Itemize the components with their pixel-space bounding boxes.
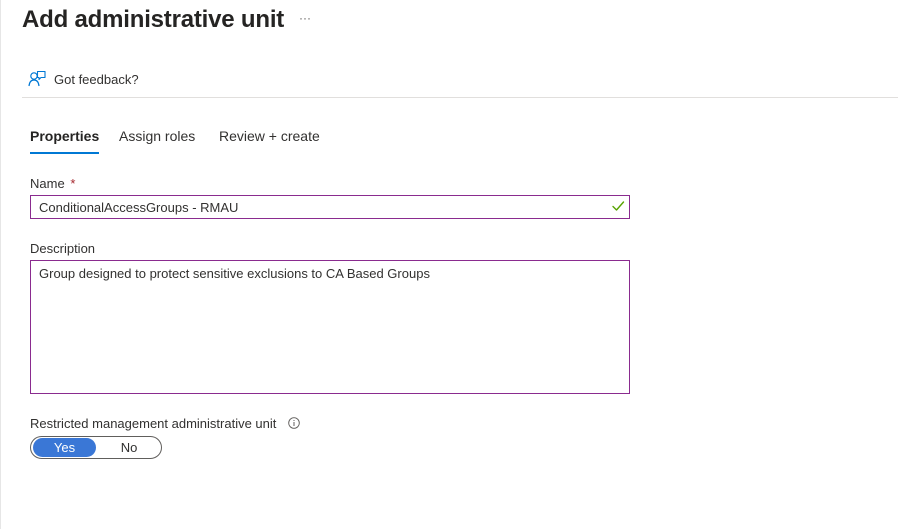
- feedback-person-icon: [28, 70, 46, 88]
- tab-assign-roles[interactable]: Assign roles: [119, 128, 195, 154]
- name-input[interactable]: ConditionalAccessGroups - RMAU: [30, 195, 630, 219]
- description-value[interactable]: Group designed to protect sensitive excl…: [39, 266, 430, 281]
- add-administrative-unit-page: Add administrative unit ··· Got feedback…: [0, 0, 898, 529]
- page-title: Add administrative unit: [22, 6, 285, 33]
- toggle-option-yes[interactable]: Yes: [33, 438, 96, 457]
- restricted-label-text: Restricted management administrative uni…: [30, 416, 277, 431]
- toggle-option-no[interactable]: No: [97, 437, 161, 458]
- tab-review-create[interactable]: Review + create: [219, 128, 320, 154]
- description-textarea[interactable]: Group designed to protect sensitive excl…: [30, 260, 630, 394]
- description-field-label: Description: [30, 241, 96, 256]
- restricted-toggle[interactable]: Yes No: [30, 436, 162, 459]
- feedback-label: Got feedback?: [54, 71, 139, 87]
- info-icon[interactable]: [288, 417, 300, 429]
- header-divider: [22, 97, 898, 98]
- more-options-button[interactable]: ···: [297, 10, 313, 30]
- name-label-text: Name: [30, 176, 65, 191]
- name-input-value[interactable]: ConditionalAccessGroups - RMAU: [39, 200, 238, 215]
- left-border: [0, 0, 1, 529]
- required-indicator: *: [70, 176, 76, 191]
- feedback-link[interactable]: Got feedback?: [28, 70, 139, 88]
- checkmark-icon: [611, 199, 625, 213]
- name-field-label: Name *: [30, 176, 75, 191]
- tab-properties[interactable]: Properties: [30, 128, 100, 154]
- restricted-field-label: Restricted management administrative uni…: [30, 416, 300, 431]
